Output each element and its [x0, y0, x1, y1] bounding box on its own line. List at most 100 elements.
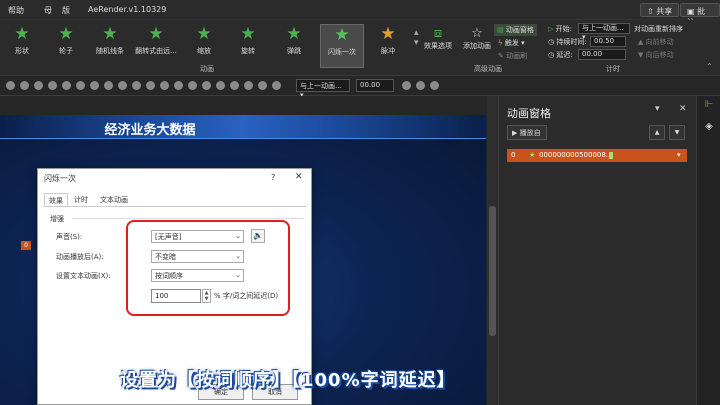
clock-icon: ◷ [548, 38, 555, 46]
timing-bar [609, 152, 613, 159]
after-animation-label: 动画播放后(A): [56, 253, 104, 261]
delay-input-small[interactable]: 00.00 [356, 79, 394, 92]
comment-button[interactable]: ▣ 批注 [680, 3, 720, 27]
canvas-scrollbar[interactable] [487, 96, 498, 405]
tool-icon[interactable] [416, 81, 425, 90]
effect-pulse[interactable]: ★ 脉冲 [366, 24, 410, 68]
effect-shape[interactable]: ★ 形状 [0, 24, 44, 68]
tool-icon[interactable] [430, 81, 439, 90]
gallery-scroll[interactable]: ▴ ▾ [414, 28, 419, 48]
tool-icon[interactable] [160, 81, 169, 90]
star-icon: ★ [529, 151, 536, 159]
tool-icon[interactable] [216, 81, 225, 90]
share-button[interactable]: ⇧ 共享 [640, 3, 680, 17]
sound-label: 声音(S): [56, 233, 83, 241]
options-icon: ⧈ [433, 26, 443, 41]
delay-input[interactable]: 00.00 [578, 49, 626, 60]
pane-icon: ▤ [497, 26, 504, 34]
menu-help[interactable]: 帮助 [8, 5, 24, 16]
animation-pane-icon[interactable]: ⊩ [702, 99, 716, 113]
move-earlier-button[interactable]: ▲ 向前移动 [638, 37, 674, 47]
tool-icon[interactable] [244, 81, 253, 90]
star-icon: ★ [148, 24, 164, 44]
tool-icon[interactable] [188, 81, 197, 90]
tool-icon[interactable] [76, 81, 85, 90]
star-icon: ★ [240, 24, 256, 44]
group-label-advanced: 高级动画 [474, 65, 502, 73]
tool-icon[interactable] [20, 81, 29, 90]
effect-wheel[interactable]: ★ 轮子 [44, 24, 88, 68]
move-up-button[interactable]: ▲ [649, 125, 665, 140]
reorder-label: 对动画重新排序 [634, 25, 683, 33]
tab-text-animation[interactable]: 文本动画 [96, 193, 132, 207]
tool-icon[interactable] [48, 81, 57, 90]
section-enhancements: 增强 [50, 215, 64, 223]
menu-mother[interactable]: 母 [44, 5, 52, 16]
group-label-timing: 计时 [606, 65, 620, 73]
move-later-button[interactable]: ▼ 向后移动 [638, 50, 674, 60]
animation-pane-button[interactable]: ▤ 动画窗格 [494, 24, 537, 36]
effect-options-button[interactable]: ⧈ 效果选项 [424, 26, 452, 51]
tab-divider [44, 206, 307, 207]
scrollbar-thumb[interactable] [489, 206, 496, 336]
pane-title: 动画窗格 [507, 107, 551, 120]
tool-icon[interactable] [258, 81, 267, 90]
tool-icon[interactable] [62, 81, 71, 90]
side-strip: ⊩ ◈ [696, 96, 720, 405]
animation-marker[interactable]: 0 [21, 241, 31, 250]
pane-menu-icon[interactable]: ▾ [655, 104, 660, 114]
tool-icon[interactable] [34, 81, 43, 90]
start-select-small[interactable]: 与上一动画... ▾ [296, 79, 350, 99]
star-icon: ★ [58, 24, 74, 44]
effect-bounce[interactable]: ★ 弹跳 [272, 24, 316, 68]
delay-label: ◷ 延迟: [548, 51, 573, 59]
duration-input[interactable]: 00.50 [590, 36, 626, 47]
animate-text-label: 设置文本动画(X): [56, 272, 111, 280]
quick-toolbar: 与上一动画... ▾ 00.00 [0, 76, 720, 99]
tool-icon[interactable] [118, 81, 127, 90]
animation-list-item[interactable]: 0 ★ 000000000500008... ▾ [507, 149, 687, 162]
play-from-button[interactable]: ▶ 播放自 [507, 125, 547, 140]
effect-flip[interactable]: ★ 翻转式由远... [132, 24, 180, 68]
add-animation-button[interactable]: ☆ 添加动画 [462, 26, 492, 51]
tool-icon[interactable] [272, 81, 281, 90]
start-select[interactable]: 与上一动画... ▾ [578, 23, 630, 41]
dialog-title: 闪烁一次 [44, 174, 76, 183]
trigger-button[interactable]: ϟ 触发 ▾ [498, 38, 525, 48]
tool-icon[interactable] [230, 81, 239, 90]
move-down-button[interactable]: ▼ [669, 125, 685, 140]
tool-icon[interactable] [6, 81, 15, 90]
item-index: 0 [511, 151, 516, 159]
animation-ribbon: ★ 形状 ★ 轮子 ★ 随机线条 ★ 翻转式由远... ★ 缩放 ★ 旋转 ★ 弹跳 ★ 闪烁一… [0, 20, 720, 76]
duration-label: ◷ 持续时间: [548, 38, 587, 46]
help-button[interactable]: ? [271, 173, 275, 182]
clock-icon: ◷ [548, 51, 555, 59]
collapse-ribbon-icon[interactable]: ⌃ [706, 62, 713, 71]
star-icon: ★ [14, 24, 30, 44]
tool-icon[interactable] [90, 81, 99, 90]
effect-zoom[interactable]: ★ 缩放 [182, 24, 226, 68]
effect-flash-once[interactable]: ★ 闪烁一次 [320, 24, 364, 68]
animation-pane: 动画窗格 ▾ ✕ ▶ 播放自 ▲ ▼ 0 ★ 000000000500008..… [498, 96, 696, 405]
close-icon[interactable]: ✕ [295, 172, 303, 182]
effect-random-bars[interactable]: ★ 随机线条 [88, 24, 132, 68]
tool-icon[interactable] [202, 81, 211, 90]
tool-icon[interactable] [104, 81, 113, 90]
tool-icon[interactable] [402, 81, 411, 90]
app-title: AeRender.v1.10329 [88, 5, 167, 14]
section-divider [72, 218, 304, 219]
tab-timing[interactable]: 计时 [70, 193, 92, 207]
tool-icon[interactable] [174, 81, 183, 90]
close-icon[interactable]: ✕ [679, 104, 687, 114]
tool-icon[interactable] [146, 81, 155, 90]
star-icon: ★ [286, 24, 302, 44]
effect-spin[interactable]: ★ 旋转 [226, 24, 270, 68]
animation-painter-button[interactable]: ✎ 动画刷 [498, 51, 527, 61]
tab-effect[interactable]: 效果 [44, 193, 68, 207]
tool-icon[interactable] [132, 81, 141, 90]
format-icon[interactable]: ◈ [702, 121, 716, 135]
star-icon: ★ [102, 24, 118, 44]
star-icon: ★ [196, 24, 212, 44]
chevron-down-icon[interactable]: ▾ [677, 151, 681, 159]
menu-layout[interactable]: 版 [62, 5, 70, 16]
